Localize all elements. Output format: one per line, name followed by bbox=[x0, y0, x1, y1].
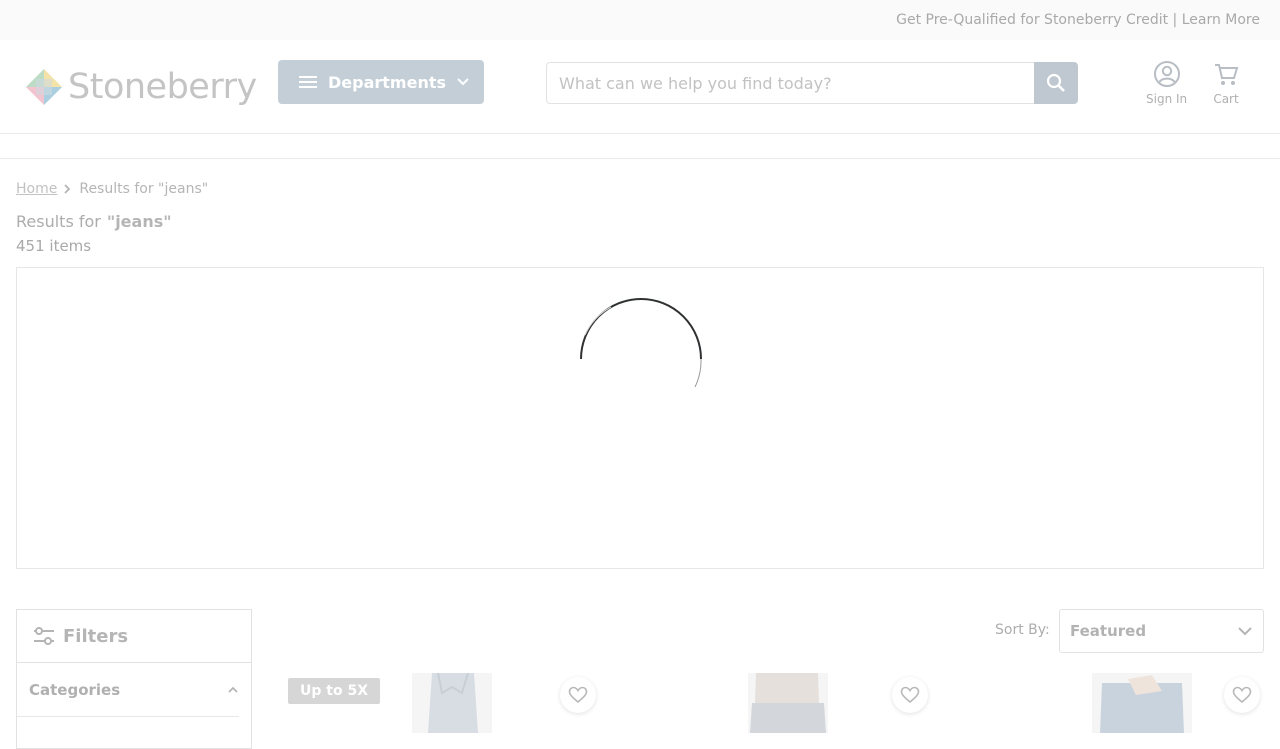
chevron-down-icon bbox=[457, 78, 469, 86]
jeans-image-icon bbox=[1092, 673, 1192, 733]
cart-label: Cart bbox=[1213, 92, 1239, 106]
heart-icon bbox=[568, 686, 588, 704]
product-card[interactable] bbox=[942, 673, 1264, 733]
product-badge: Up to 5X bbox=[288, 678, 380, 704]
favorite-button[interactable] bbox=[892, 677, 928, 713]
filters-panel: Filters Categories bbox=[16, 609, 252, 749]
product-image[interactable] bbox=[748, 673, 828, 733]
account-icon bbox=[1153, 61, 1180, 87]
search-bar bbox=[546, 62, 1078, 104]
sign-in-link[interactable]: Sign In bbox=[1146, 60, 1187, 106]
heart-icon bbox=[900, 686, 920, 704]
subnav-divider bbox=[0, 158, 1280, 159]
chevron-down-icon bbox=[1238, 627, 1252, 636]
breadcrumb-current: Results for "jeans" bbox=[79, 181, 209, 197]
categories-label: Categories bbox=[29, 680, 121, 699]
departments-label: Departments bbox=[328, 72, 447, 92]
product-image[interactable] bbox=[1092, 673, 1192, 733]
results-prefix: Results for bbox=[16, 212, 101, 231]
sign-in-label: Sign In bbox=[1146, 92, 1188, 106]
search-button[interactable] bbox=[1034, 62, 1078, 104]
menu-icon bbox=[299, 76, 317, 88]
filters-header: Filters bbox=[17, 610, 251, 663]
search-input[interactable] bbox=[546, 62, 1035, 104]
favorite-button[interactable] bbox=[1224, 677, 1260, 713]
logo-text: Stoneberry bbox=[68, 66, 257, 107]
product-card[interactable] bbox=[612, 673, 942, 733]
results-heading: Results for "jeans" bbox=[16, 212, 172, 231]
chevron-up-icon bbox=[228, 686, 238, 693]
sort-selected-value: Featured bbox=[1070, 622, 1147, 640]
filter-sliders-icon bbox=[34, 627, 54, 645]
product-image[interactable] bbox=[412, 673, 492, 733]
sort-dropdown[interactable]: Featured bbox=[1059, 609, 1264, 653]
departments-button[interactable]: Departments bbox=[278, 60, 484, 104]
jeans-image-icon bbox=[412, 673, 492, 733]
sort-label: Sort By: bbox=[995, 622, 1050, 638]
results-count: 451 items bbox=[16, 237, 92, 255]
loading-spinner-icon bbox=[580, 298, 702, 388]
favorite-button[interactable] bbox=[560, 677, 596, 713]
breadcrumb-home-link[interactable]: Home bbox=[16, 181, 57, 197]
breadcrumb: Home Results for "jeans" bbox=[16, 181, 208, 197]
promo-bar: Get Pre-Qualified for Stoneberry Credit … bbox=[0, 0, 1280, 40]
categories-filter-toggle[interactable]: Categories bbox=[17, 663, 239, 717]
filters-title: Filters bbox=[63, 625, 129, 647]
site-header: Stoneberry Departments Sign In bbox=[0, 40, 1280, 134]
cart-link[interactable]: Cart bbox=[1212, 60, 1240, 106]
cart-icon bbox=[1215, 64, 1239, 85]
jeans-image-icon bbox=[748, 673, 828, 733]
chevron-right-icon bbox=[63, 183, 71, 195]
search-icon bbox=[1046, 73, 1065, 92]
logo-mark-icon bbox=[26, 69, 62, 105]
logo[interactable]: Stoneberry bbox=[24, 65, 257, 109]
content-loading-panel bbox=[16, 267, 1264, 569]
heart-icon bbox=[1232, 686, 1252, 704]
results-query: "jeans" bbox=[106, 212, 172, 231]
credit-promo-link[interactable]: Get Pre-Qualified for Stoneberry Credit … bbox=[896, 12, 1260, 28]
